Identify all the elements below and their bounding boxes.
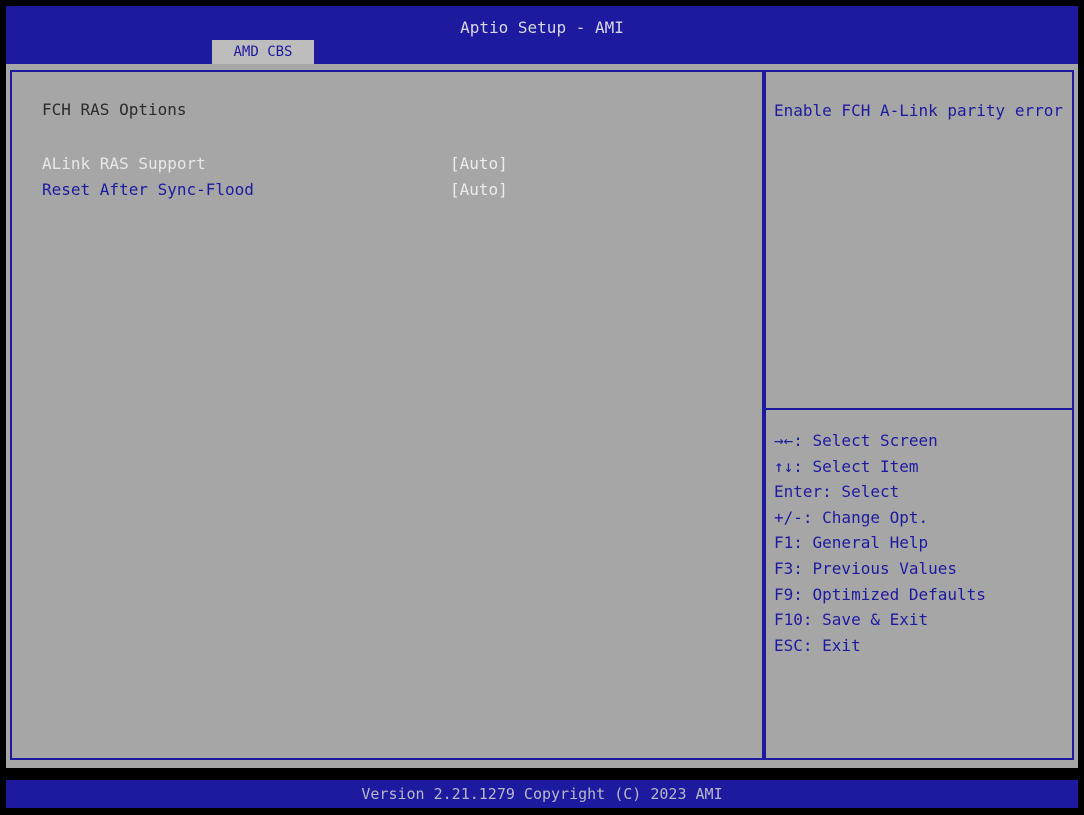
- section-title: FCH RAS Options: [42, 100, 187, 119]
- main-area: FCH RAS Options ALink RAS Support [Auto]…: [6, 64, 1078, 768]
- option-alink-ras-support[interactable]: ALink RAS Support [Auto]: [42, 154, 542, 178]
- option-label: ALink RAS Support: [42, 154, 206, 173]
- key-optimized-defaults: F9: Optimized Defaults: [774, 584, 986, 604]
- option-value[interactable]: [Auto]: [450, 180, 508, 199]
- key-legend: →←: Select Screen ↑↓: Select Item Enter:…: [774, 428, 986, 658]
- version-copyright: Version 2.21.1279 Copyright (C) 2023 AMI: [361, 785, 723, 803]
- key-esc-exit: ESC: Exit: [774, 635, 861, 655]
- key-save-exit: F10: Save & Exit: [774, 610, 929, 630]
- footer-bar: Version 2.21.1279 Copyright (C) 2023 AMI: [6, 780, 1078, 808]
- help-description: Enable FCH A-Link parity error: [774, 101, 1063, 120]
- bios-screen: Aptio Setup - AMI AMD CBS FCH RAS Option…: [0, 0, 1084, 815]
- options-panel: FCH RAS Options ALink RAS Support [Auto]…: [10, 70, 764, 760]
- header-bar: Aptio Setup - AMI AMD CBS: [6, 6, 1078, 64]
- help-divider: [766, 408, 1072, 410]
- key-enter-select: Enter: Select: [774, 482, 900, 502]
- option-reset-after-sync-flood[interactable]: Reset After Sync-Flood [Auto]: [42, 180, 542, 204]
- option-label: Reset After Sync-Flood: [42, 180, 254, 199]
- key-previous-values: F3: Previous Values: [774, 558, 958, 578]
- key-select-screen: →←: Select Screen: [774, 431, 938, 450]
- tab-amd-cbs[interactable]: AMD CBS: [212, 40, 314, 64]
- help-panel: Enable FCH A-Link parity error →←: Selec…: [764, 70, 1074, 760]
- option-value[interactable]: [Auto]: [450, 154, 508, 173]
- key-select-item: ↑↓: Select Item: [774, 456, 919, 476]
- key-change-opt: +/-: Change Opt.: [774, 507, 929, 527]
- window-title: Aptio Setup - AMI: [460, 18, 624, 37]
- key-general-help: F1: General Help: [774, 533, 929, 553]
